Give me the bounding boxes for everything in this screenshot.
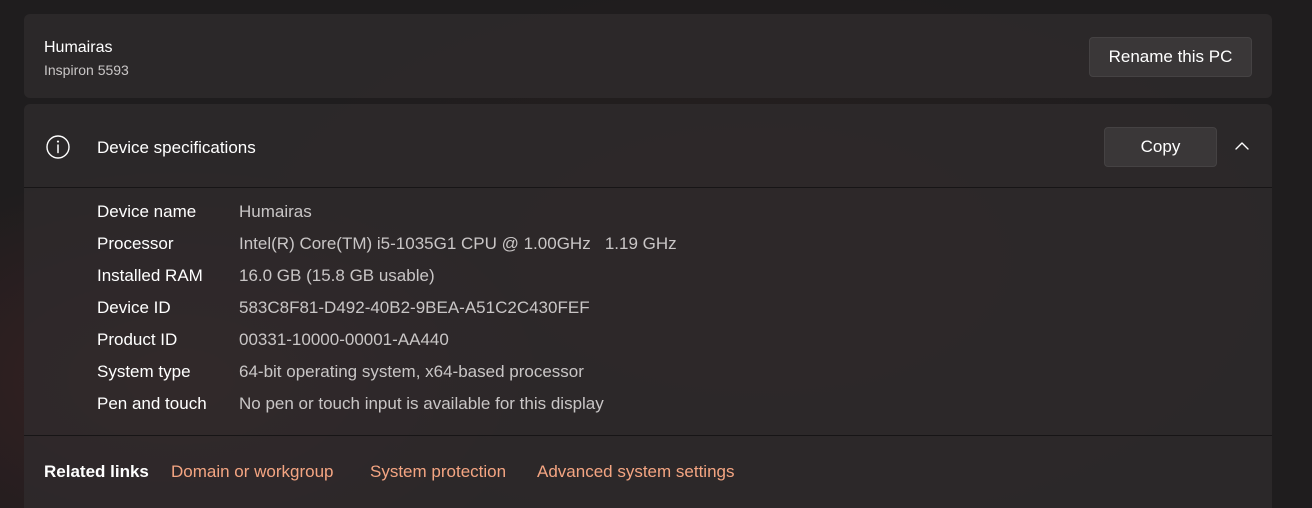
spec-label: Device name — [97, 202, 197, 221]
spec-value: 583C8F81-D492-40B2-9BEA-A51C2C430FEF — [239, 298, 590, 317]
copy-button[interactable]: Copy — [1104, 127, 1217, 167]
spec-value: 64-bit operating system, x64-based proce… — [239, 362, 584, 381]
related-links-label: Related links — [44, 462, 149, 481]
spec-label: Installed RAM — [97, 266, 203, 285]
domain-or-workgroup-link[interactable]: Domain or workgroup — [171, 462, 334, 482]
device-specifications-title: Device specifications — [97, 138, 256, 157]
spec-value: 00331-10000-00001-AA440 — [239, 330, 449, 349]
spec-value: Intel(R) Core(TM) i5-1035G1 CPU @ 1.00GH… — [239, 234, 677, 253]
spec-label: Device ID — [97, 298, 171, 317]
pc-model: Inspiron 5593 — [44, 62, 129, 78]
spec-value: 16.0 GB (15.8 GB usable) — [239, 266, 435, 285]
info-icon — [46, 135, 70, 159]
spec-label: Product ID — [97, 330, 178, 349]
spec-label: Pen and touch — [97, 394, 207, 413]
device-specifications-card: Device specifications Copy Device name H… — [24, 104, 1272, 508]
system-protection-link[interactable]: System protection — [370, 462, 506, 482]
chevron-up-icon[interactable] — [1232, 136, 1252, 156]
settings-about-page: Humairas Inspiron 5593 Rename this PC De… — [0, 0, 1312, 508]
spec-label: System type — [97, 362, 191, 381]
advanced-system-settings-link[interactable]: Advanced system settings — [537, 462, 734, 482]
pc-name: Humairas — [44, 39, 113, 56]
spec-value: No pen or touch input is available for t… — [239, 394, 604, 413]
related-links-section: Related links Domain or workgroup System… — [24, 435, 1272, 508]
pc-name-card: Humairas Inspiron 5593 Rename this PC — [24, 14, 1272, 98]
spec-value: Humairas — [239, 202, 312, 221]
device-specifications-header[interactable]: Device specifications Copy — [24, 104, 1272, 188]
rename-pc-button[interactable]: Rename this PC — [1089, 37, 1252, 77]
spec-label: Processor — [97, 234, 174, 253]
